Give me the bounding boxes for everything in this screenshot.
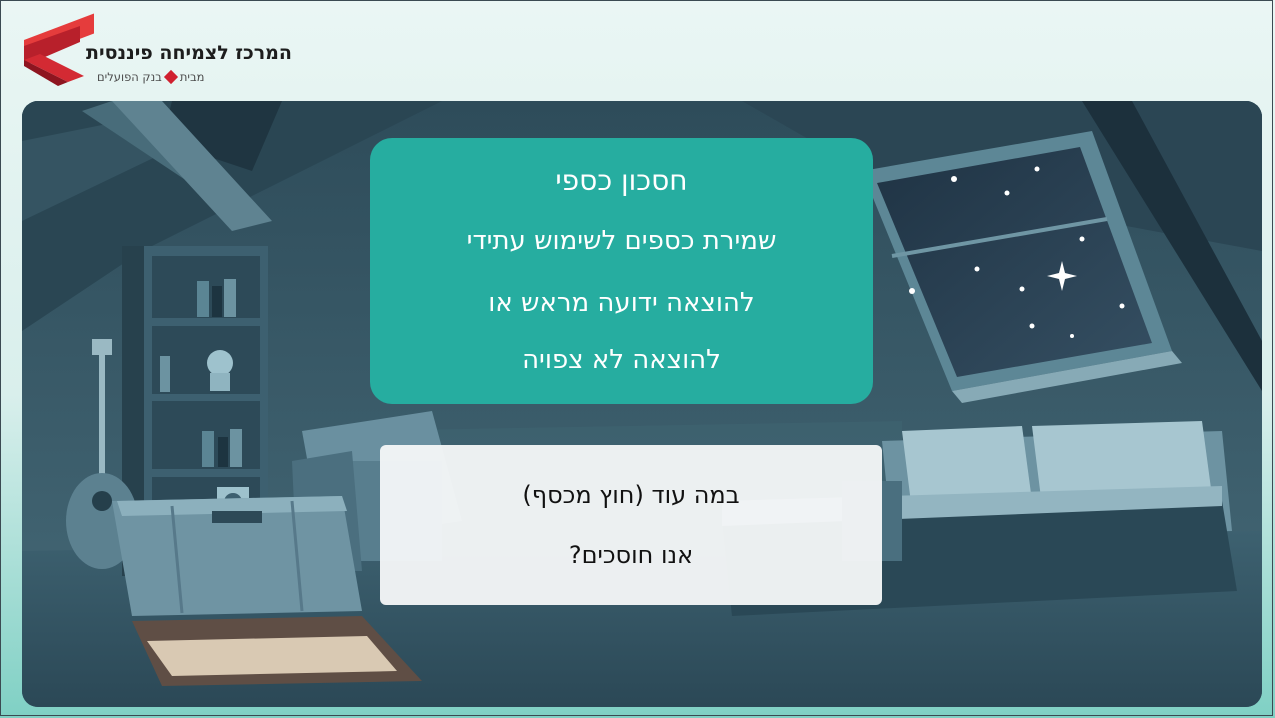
card-line-2: להוצאה ידועה מראש או	[488, 288, 755, 318]
logo: המרכז לצמיחה פיננסית מבית בנק הפועלים	[24, 12, 292, 92]
card-line-1: שמירת כספים לשימוש עתידי	[466, 226, 777, 256]
card-line-3: להוצאה לא צפויה	[522, 345, 721, 375]
question-line-2: אנו חוסכים?	[568, 541, 694, 569]
logo-subtitle: מבית בנק הפועלים	[97, 69, 205, 85]
logo-mark-icon	[24, 13, 94, 86]
question-card: במה עוד (חוץ מכסף) אנו חוסכים?	[380, 445, 882, 605]
logo-subtitle-prefix: מבית	[179, 70, 205, 84]
question-line-1: במה עוד (חוץ מכסף)	[522, 481, 740, 509]
diamond-icon	[163, 69, 178, 85]
logo-title: המרכז לצמיחה פיננסית	[86, 42, 292, 64]
savings-definition-card: חסכון כספי שמירת כספים לשימוש עתידי להוצ…	[370, 138, 873, 404]
card-title: חסכון כספי	[555, 164, 688, 197]
logo-subtitle-bank: בנק הפועלים	[97, 70, 162, 84]
